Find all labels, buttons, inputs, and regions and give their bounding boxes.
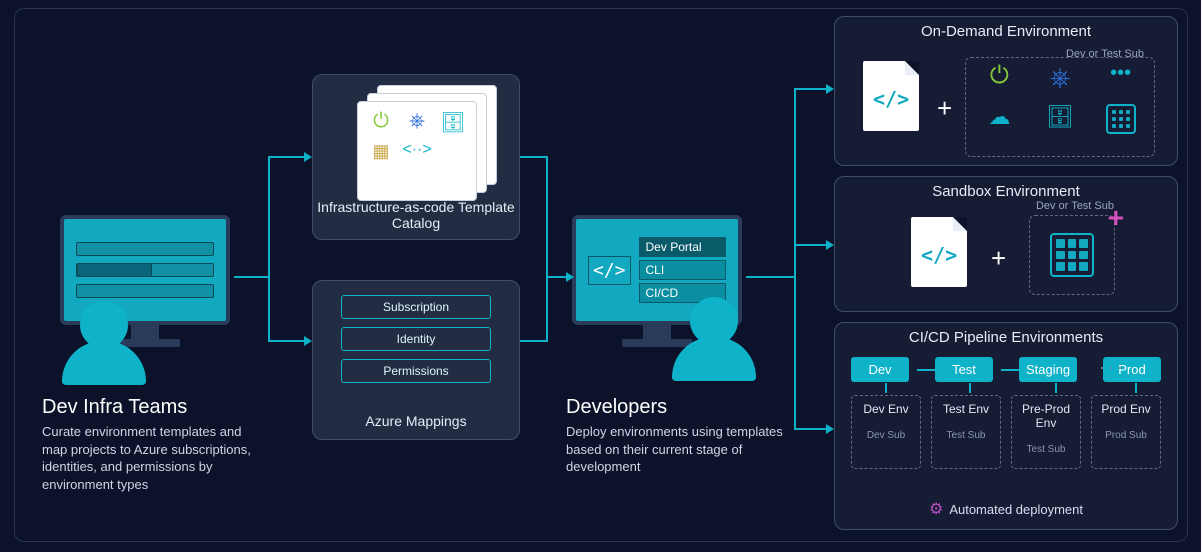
kubernetes-icon: ⎈ xyxy=(402,110,432,135)
pipeline-title: CI/CD Pipeline Environments xyxy=(835,329,1177,346)
plus-overlay-icon: + xyxy=(1108,202,1124,234)
plus-icon: + xyxy=(937,93,952,124)
mapping-identity: Identity xyxy=(341,327,491,351)
dev-infra-desc: Curate environment templates and map pro… xyxy=(42,423,262,493)
on-demand-env-box: On-Demand Environment </> + Dev or Test … xyxy=(834,16,1178,166)
layout-icon: ▦ xyxy=(366,141,396,162)
stage-staging: Staging xyxy=(1019,357,1077,382)
azure-mappings-box: Subscription Identity Permissions Azure … xyxy=(312,280,520,440)
on-demand-sub: Dev or Test Sub xyxy=(974,48,1144,60)
pipeline-box: CI/CD Pipeline Environments Dev Test Sta… xyxy=(834,322,1178,530)
iac-caption: Infrastructure-as-code Template Catalog xyxy=(313,199,519,231)
grid-icon xyxy=(1106,104,1136,134)
grid-icon xyxy=(1050,233,1094,277)
dev-infra-monitor xyxy=(60,215,230,347)
dev-infra-title: Dev Infra Teams xyxy=(42,396,262,419)
dev-portal-row: Dev Portal xyxy=(639,237,726,257)
env-test: Test EnvTest Sub xyxy=(931,395,1001,469)
stage-test: Test xyxy=(935,357,993,382)
azure-mappings-caption: Azure Mappings xyxy=(313,413,519,429)
env-dev: Dev EnvDev Sub xyxy=(851,395,921,469)
database-icon: 🗄 xyxy=(438,110,468,135)
sandbox-sub: Dev or Test Sub xyxy=(1036,200,1114,212)
iac-catalog-box: ⏻ ⎈ 🗄 ▦ <··> Infrastructure-as-code Temp… xyxy=(312,74,520,240)
devops-icon: ⏻ xyxy=(990,62,1009,94)
database-icon: 🗄 xyxy=(1046,104,1074,134)
cloud-icon: ☁ xyxy=(988,104,1010,134)
env-preprod: Pre-Prod EnvTest Sub xyxy=(1011,395,1081,469)
sandbox-env-box: Sandbox Environment </> + Dev or Test Su… xyxy=(834,176,1178,312)
doc-icon: </> xyxy=(911,217,967,287)
code-icon: </> xyxy=(588,256,631,285)
cli-row: CLI xyxy=(639,260,726,280)
gear-icon: ⚙ xyxy=(929,501,943,518)
stage-dev: Dev xyxy=(851,357,909,382)
kubernetes-icon: ⎈ xyxy=(1050,62,1071,94)
more-icon: ••• xyxy=(1110,62,1131,94)
doc-icon: </> xyxy=(863,61,919,131)
code-icon: <··> xyxy=(402,141,432,162)
sandbox-title: Sandbox Environment xyxy=(835,183,1177,200)
env-prod: Prod EnvProd Sub xyxy=(1091,395,1161,469)
plus-icon: + xyxy=(991,243,1006,274)
mapping-subscription: Subscription xyxy=(341,295,491,319)
on-demand-title: On-Demand Environment xyxy=(835,23,1177,40)
developers-title: Developers xyxy=(566,396,796,419)
developers-monitor: </> Dev Portal CLI CI/CD xyxy=(572,215,742,347)
automated-deployment: ⚙Automated deployment xyxy=(835,499,1177,519)
ellipsis-icon: ··· xyxy=(1099,357,1126,378)
developers-desc: Deploy environments using templates base… xyxy=(566,423,796,476)
mapping-permissions: Permissions xyxy=(341,359,491,383)
power-icon: ⏻ xyxy=(366,110,396,135)
